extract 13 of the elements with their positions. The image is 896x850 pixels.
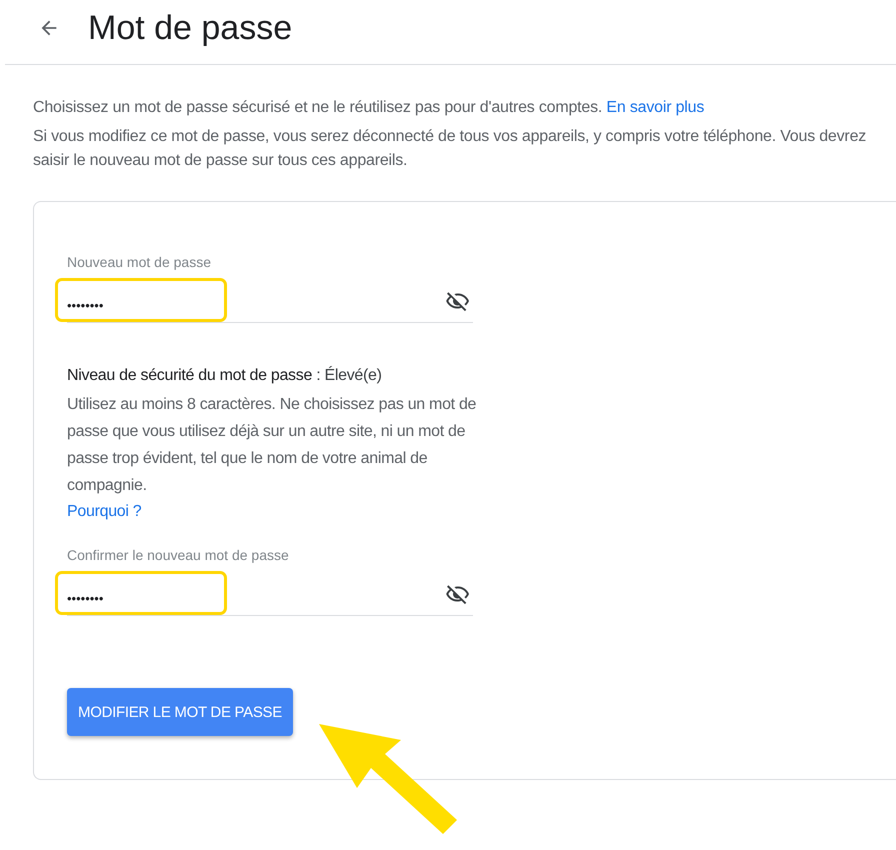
change-password-button[interactable]: MODIFIER LE MOT DE PASSE <box>67 688 293 736</box>
strength-label: Niveau de sécurité du mot de passe <box>67 367 312 384</box>
strength-value: : Élevé(e) <box>316 367 382 384</box>
learn-more-link[interactable]: En savoir plus <box>606 99 704 116</box>
notice-text: Si vous modifiez ce mot de passe, vous serez déconnecté de tous vos appareils, y compris votre téléphone. Vous devrez saisir le nouveau mot de passe sur tous ces appareils. <box>33 127 868 171</box>
field-label: Confirmer le nouveau mot de passe <box>67 547 289 565</box>
page-title: Mot de passe <box>88 8 292 48</box>
why-link[interactable]: Pourquoi ? <box>67 499 142 525</box>
field-label: Nouveau mot de passe <box>67 254 211 272</box>
password-field[interactable]: •••••••• <box>67 290 443 312</box>
password-field[interactable]: •••••••• <box>67 582 443 606</box>
strength-hint: Utilisez au moins 8 caractères. Ne choisissez pas un mot de passe que vous utilisez déjà sur un autre site, ni un mot de passe trop évident, tel que le nom de votre animal de compagnie. <box>67 395 478 496</box>
intro-text: Choisissez un mot de passe sécurisé et ne le réutilisez pas pour d'autres comptes. En savoir plus <box>33 99 706 117</box>
